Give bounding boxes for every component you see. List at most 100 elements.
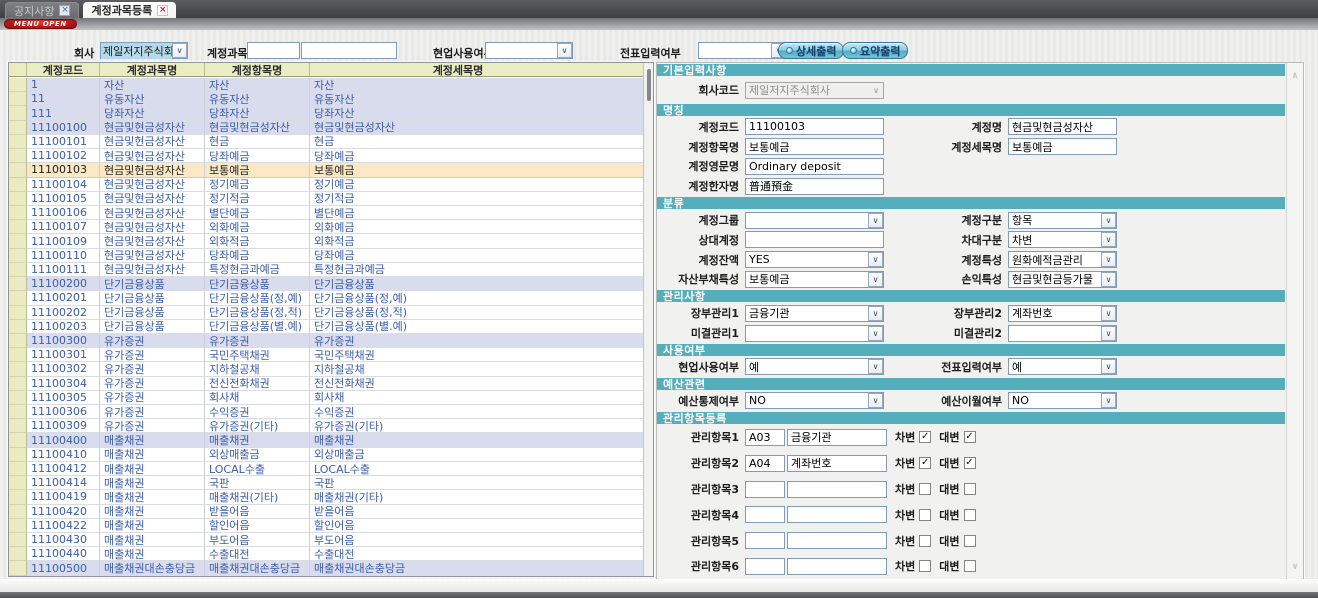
close-icon[interactable]: × — [59, 5, 70, 16]
row-gutter[interactable] — [9, 277, 27, 291]
table-row[interactable]: 11100414 매출채권 국판 국판 — [9, 476, 643, 490]
table-row[interactable]: 11 유동자산 유동자산 유동자산 — [9, 92, 643, 106]
ledger2-select[interactable]: 계좌번호 ∨ — [1008, 305, 1117, 322]
account-name-field[interactable] — [1008, 118, 1117, 135]
row-gutter[interactable] — [9, 505, 27, 519]
credit-checkbox[interactable]: ✓ — [964, 431, 976, 443]
chevron-down-icon[interactable]: ∨ — [1287, 562, 1303, 572]
table-row[interactable]: 11100110 현금및현금성자산 당좌예금 당좌예금 — [9, 249, 643, 263]
table-row[interactable]: 11100300 유가증권 유가증권 유가증권 — [9, 334, 643, 348]
table-row[interactable]: 11100410 매출채권 외상매출금 외상매출금 — [9, 448, 643, 462]
debit-checkbox[interactable] — [919, 560, 931, 572]
row-gutter[interactable] — [9, 433, 27, 447]
credit-checkbox[interactable] — [964, 509, 976, 521]
row-gutter[interactable] — [9, 533, 27, 547]
row-gutter[interactable] — [9, 206, 27, 220]
row-gutter[interactable] — [9, 92, 27, 106]
credit-checkbox[interactable]: ✓ — [964, 457, 976, 469]
chevron-down-icon[interactable]: ∨ — [1101, 393, 1116, 408]
row-gutter[interactable] — [9, 306, 27, 320]
table-row[interactable]: 11100301 유가증권 국민주택채권 국민주택채권 — [9, 348, 643, 362]
chevron-down-icon[interactable]: ∨ — [1101, 306, 1116, 321]
debit-checkbox[interactable] — [919, 483, 931, 495]
account-group-select[interactable]: ∨ — [745, 212, 884, 229]
row-gutter[interactable] — [9, 192, 27, 206]
row-gutter[interactable] — [9, 348, 27, 362]
row-gutter[interactable] — [9, 234, 27, 248]
ledger1-select[interactable]: 금융기관 ∨ — [745, 305, 884, 322]
budget-control-select[interactable]: NO ∨ — [745, 392, 884, 409]
account-trait-select[interactable]: 원화예적금관리 ∨ — [1008, 251, 1117, 268]
row-gutter[interactable] — [9, 291, 27, 305]
summary-print-button[interactable]: 요약출력 — [842, 42, 908, 59]
table-row[interactable]: 11100111 현금및현금성자산 특정현금과예금 특정현금과예금 — [9, 263, 643, 277]
chevron-down-icon[interactable]: ∨ — [172, 43, 187, 58]
menu-open-button[interactable]: MENU OPEN — [4, 19, 77, 29]
credit-checkbox[interactable] — [964, 535, 976, 547]
mgmt-item-name-field[interactable] — [787, 455, 887, 472]
table-row[interactable]: 11100105 현금및현금성자산 정기적금 정기적금 — [9, 192, 643, 206]
row-gutter[interactable] — [9, 462, 27, 476]
chevron-down-icon[interactable]: ∨ — [868, 213, 883, 228]
table-row[interactable]: 1 자산 자산 자산 — [9, 78, 643, 92]
counter-account-field[interactable] — [745, 231, 884, 248]
table-row[interactable]: 11100203 단기금융상품 단기금융상품(별.예) 단기금융상품(별.예) — [9, 320, 643, 334]
account-balance-select[interactable]: YES ∨ — [745, 251, 884, 268]
table-row[interactable]: 11100412 매출채권 LOCAL수출 LOCAL수출 — [9, 462, 643, 476]
detail-name-field[interactable] — [1008, 138, 1117, 155]
table-row[interactable]: 11100419 매출채권 매출채권(기타) 매출채권(기타) — [9, 490, 643, 504]
table-row[interactable]: 11100306 유가증권 수익증권 수익증권 — [9, 405, 643, 419]
table-row[interactable]: 11100109 현금및현금성자산 외화적금 외화적금 — [9, 234, 643, 248]
hanja-name-field[interactable] — [745, 178, 884, 195]
chevron-down-icon[interactable]: ∨ — [868, 326, 883, 341]
table-row[interactable]: 11100400 매출채권 매출채권 매출채권 — [9, 433, 643, 447]
table-row[interactable]: 11100107 현금및현금성자산 외화예금 외화예금 — [9, 220, 643, 234]
mgmt-item-code-field[interactable] — [745, 481, 785, 498]
tab-notice[interactable]: 공지사항 × — [5, 2, 79, 18]
row-gutter[interactable] — [9, 519, 27, 533]
profit-loss-trait-select[interactable]: 현금및현금등가물 ∨ — [1008, 271, 1117, 288]
chevron-down-icon[interactable]: ∨ — [1101, 326, 1116, 341]
row-gutter[interactable] — [9, 561, 27, 575]
row-gutter[interactable] — [9, 263, 27, 277]
mgmt-item-code-field[interactable] — [745, 506, 785, 523]
mgmt-item-code-field[interactable] — [745, 455, 785, 472]
table-row[interactable]: 11100106 현금및현금성자산 별단예금 별단예금 — [9, 206, 643, 220]
field-use-detail-select[interactable]: 예 ∨ — [745, 358, 884, 375]
chevron-down-icon[interactable]: ∨ — [1101, 359, 1116, 374]
debit-checkbox[interactable]: ✓ — [919, 457, 931, 469]
row-gutter[interactable] — [9, 149, 27, 163]
debit-checkbox[interactable] — [919, 509, 931, 521]
row-gutter[interactable] — [9, 78, 27, 92]
row-gutter[interactable] — [9, 362, 27, 376]
chevron-down-icon[interactable]: ∨ — [1101, 232, 1116, 247]
row-gutter[interactable] — [9, 490, 27, 504]
row-gutter[interactable] — [9, 419, 27, 433]
row-gutter[interactable] — [9, 121, 27, 135]
table-row[interactable]: 11100420 매출채권 받을어음 받을어음 — [9, 505, 643, 519]
mgmt-item-code-field[interactable] — [745, 532, 785, 549]
chevron-up-icon[interactable]: ∧ — [1287, 71, 1303, 81]
account-code-field[interactable] — [745, 118, 884, 135]
chevron-down-icon[interactable]: ∨ — [868, 272, 883, 287]
asset-liability-trait-select[interactable]: 보통예금 ∨ — [745, 271, 884, 288]
mgmt-item-name-field[interactable] — [787, 481, 887, 498]
table-row[interactable]: 11100500 매출채권대손충당금 매출채권대손충당금 매출채권대손충당금 — [9, 561, 643, 575]
row-gutter[interactable] — [9, 178, 27, 192]
table-row[interactable]: 11100103 현금및현금성자산 보통예금 보통예금 — [9, 163, 643, 177]
row-gutter[interactable] — [9, 377, 27, 391]
slip-entry-select[interactable]: ∨ — [698, 42, 787, 59]
chevron-down-icon[interactable]: ∨ — [868, 359, 883, 374]
table-row[interactable]: 11100430 매출채권 부도어음 부도어음 — [9, 533, 643, 547]
row-gutter[interactable] — [9, 476, 27, 490]
chevron-down-icon[interactable]: ∨ — [1101, 213, 1116, 228]
item-name-field[interactable] — [745, 138, 884, 155]
chevron-down-icon[interactable]: ∨ — [868, 393, 883, 408]
row-gutter[interactable] — [9, 163, 27, 177]
credit-checkbox[interactable] — [964, 560, 976, 572]
table-row[interactable]: 11100102 현금및현금성자산 당좌예금 당좌예금 — [9, 149, 643, 163]
row-gutter[interactable] — [9, 448, 27, 462]
debit-checkbox[interactable] — [919, 535, 931, 547]
table-row[interactable]: 11100100 현금및현금성자산 현금및현금성자산 현금및현금성자산 — [9, 121, 643, 135]
chevron-down-icon[interactable]: ∨ — [1101, 272, 1116, 287]
